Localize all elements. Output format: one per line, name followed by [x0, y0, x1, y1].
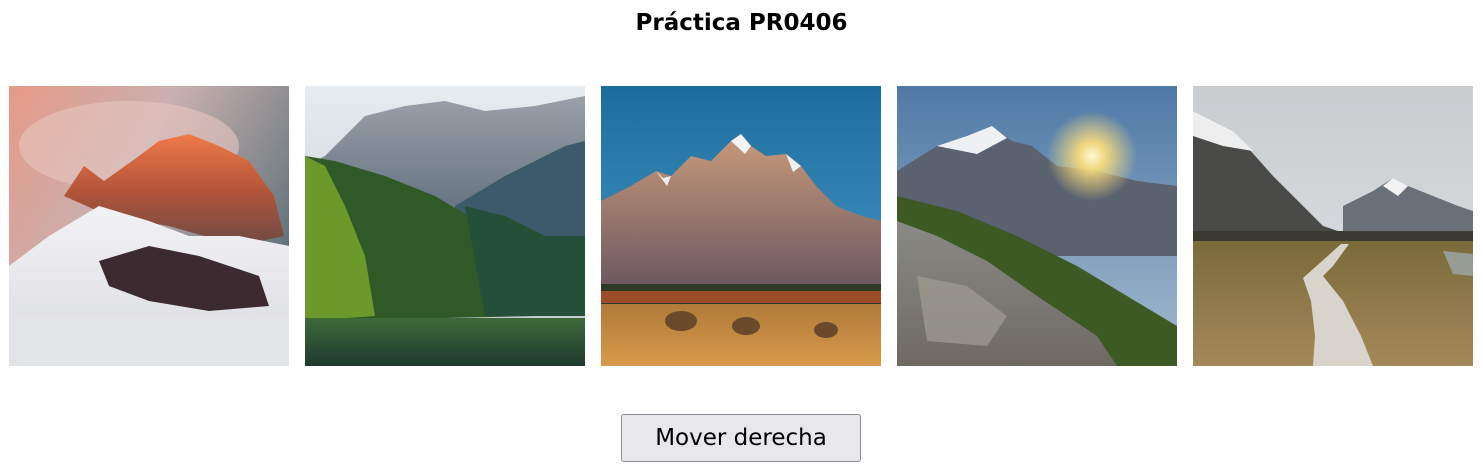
- gallery-image-1-picture: [9, 86, 289, 366]
- gallery-image-3-picture: [601, 86, 881, 366]
- gallery-image-5[interactable]: [1193, 86, 1473, 366]
- move-right-button[interactable]: Mover derecha: [621, 414, 861, 462]
- image-gallery: [9, 86, 1473, 366]
- gallery-image-2-picture: [305, 86, 585, 366]
- gallery-image-4[interactable]: [897, 86, 1177, 366]
- page-title: Práctica PR0406: [635, 10, 848, 36]
- gallery-image-5-picture: [1193, 86, 1473, 366]
- gallery-image-4-picture: [897, 86, 1177, 366]
- gallery-image-3[interactable]: [601, 86, 881, 366]
- gallery-image-2[interactable]: [305, 86, 585, 366]
- gallery-image-1[interactable]: [9, 86, 289, 366]
- page: Práctica PR0406 Mover derecha: [0, 0, 1483, 472]
